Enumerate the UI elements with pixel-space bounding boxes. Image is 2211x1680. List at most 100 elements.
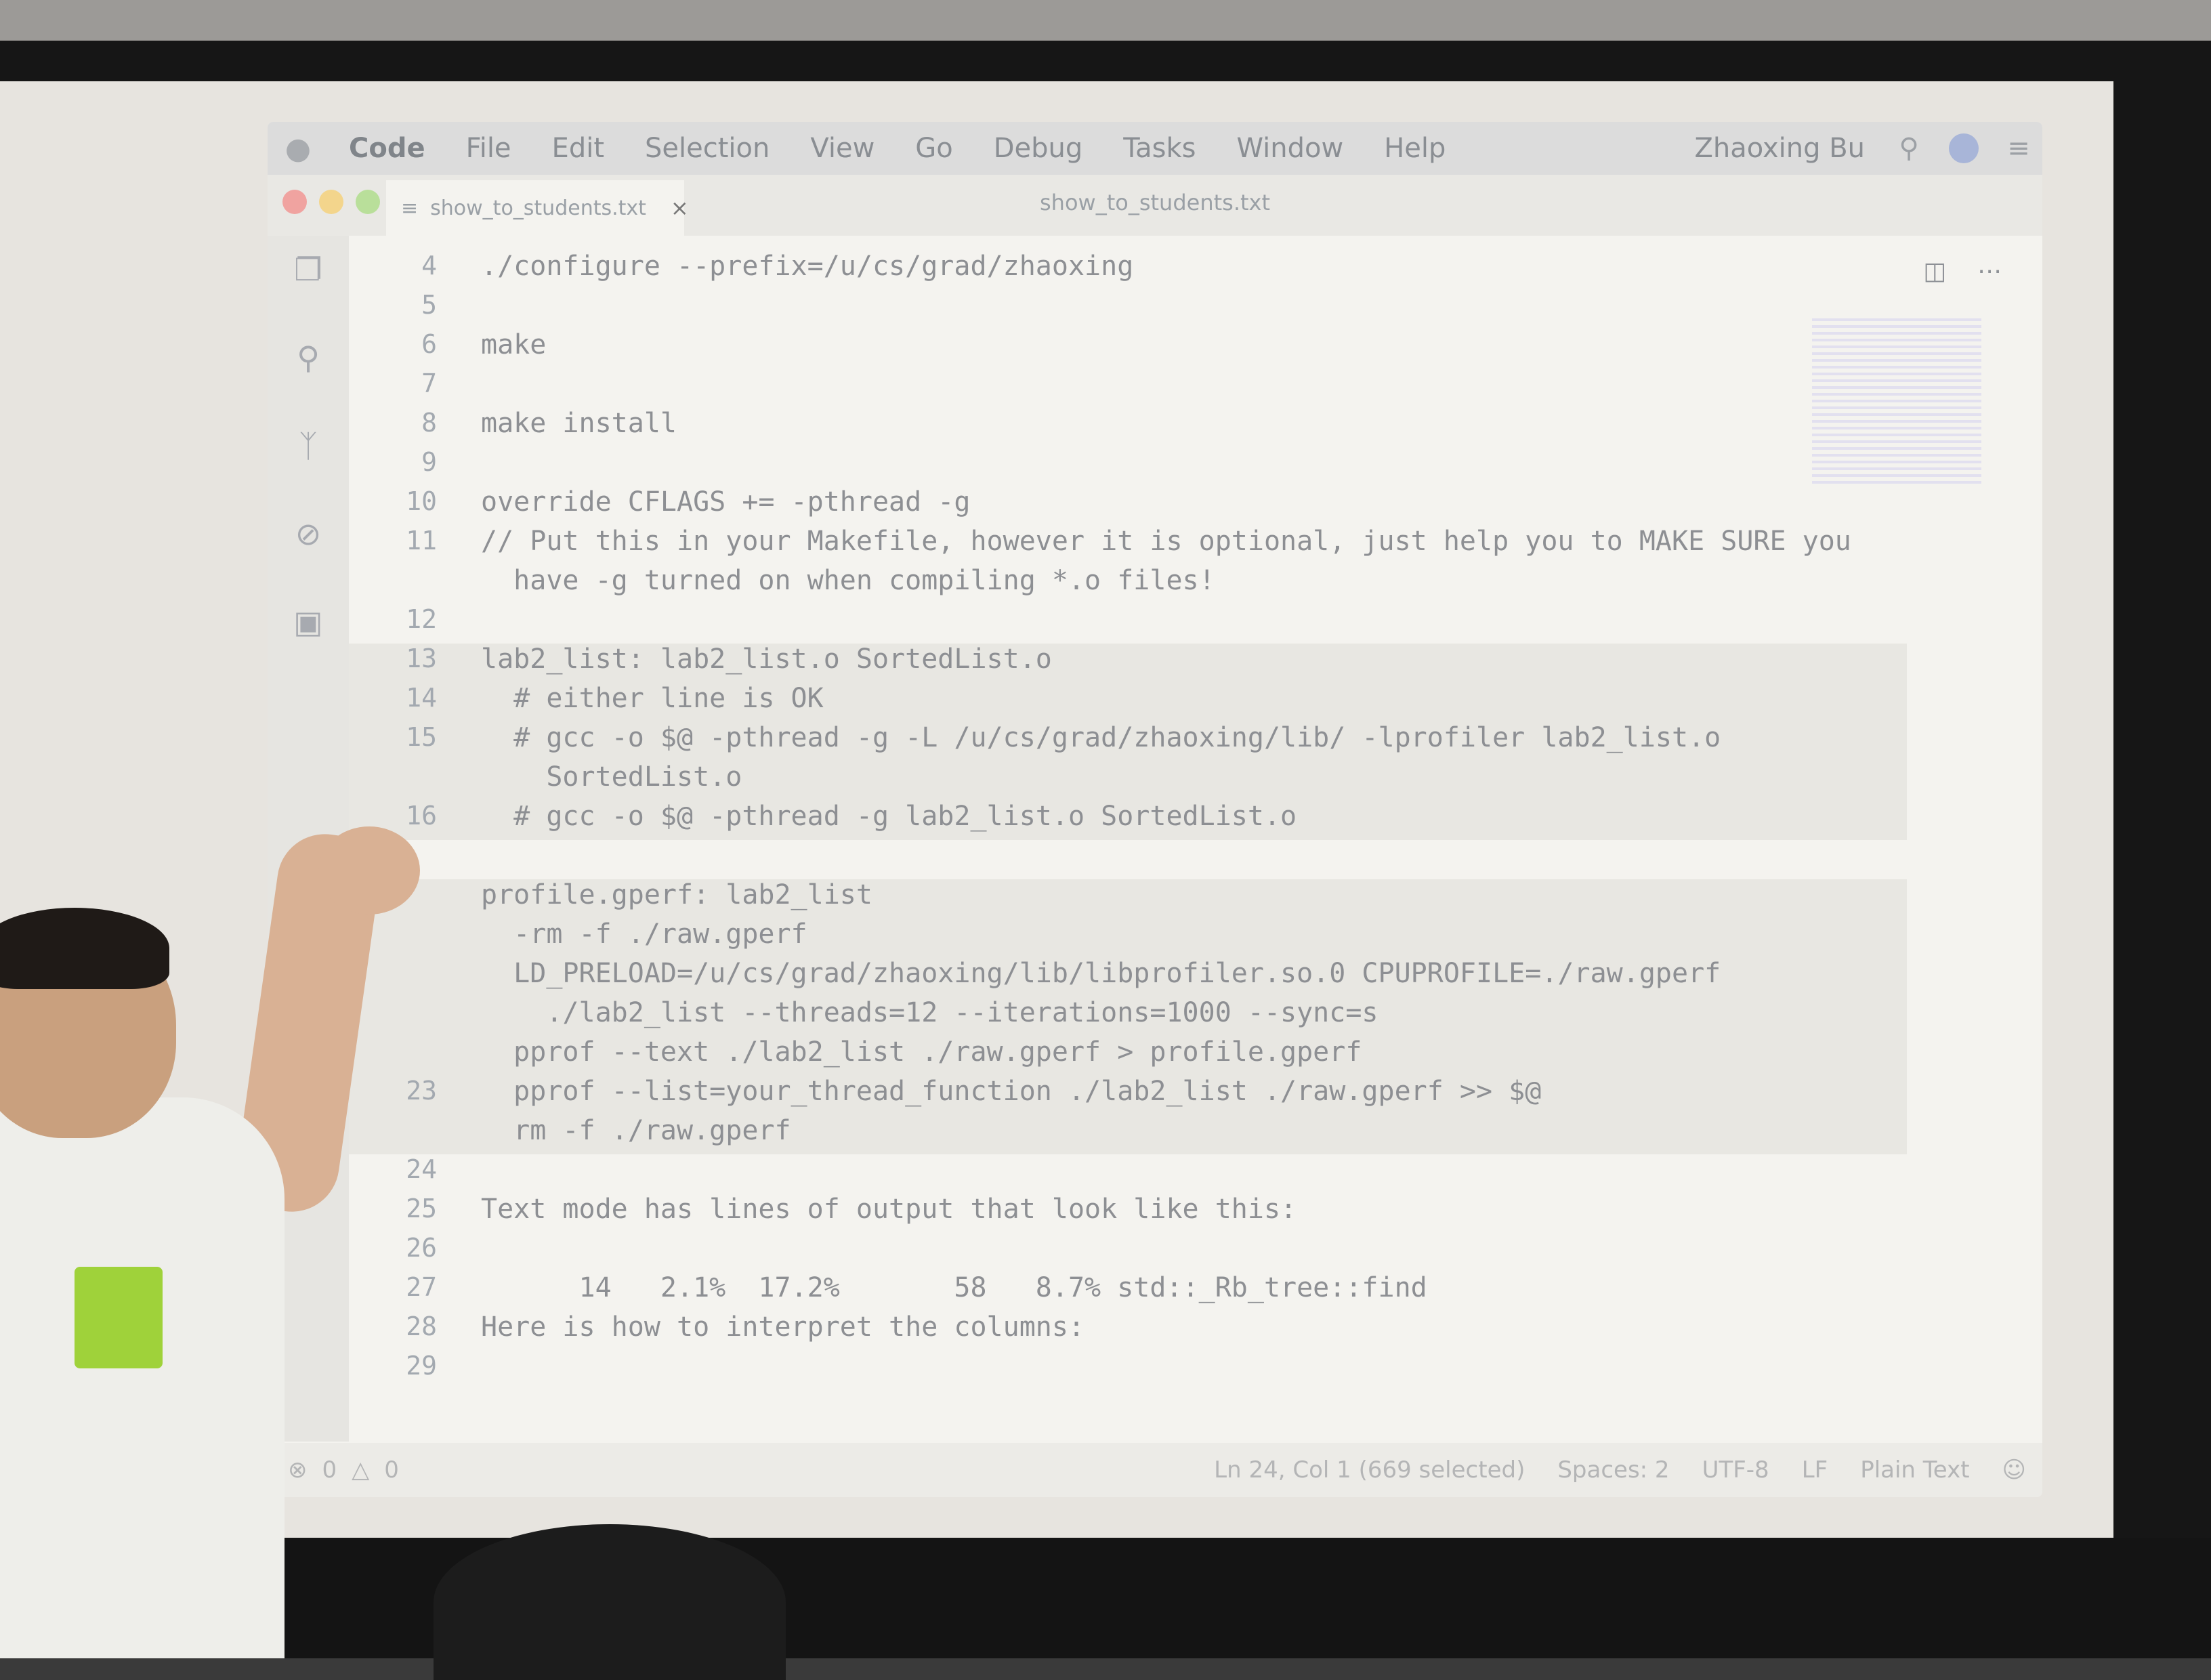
code-line: 5 [349, 290, 1907, 329]
menubar-user[interactable]: Zhaoxing Bu [1674, 133, 1885, 164]
line-text: make [481, 329, 547, 360]
extensions-icon[interactable]: ▣ [288, 602, 329, 642]
line-text: have -g turned on when compiling *.o fil… [481, 565, 1215, 596]
notification-center-icon[interactable]: ≡ [1995, 133, 2042, 164]
search-icon[interactable]: ⚲ [288, 337, 329, 378]
line-text: -rm -f ./raw.gperf [481, 919, 807, 950]
editor-actions: ◫ ⋯ [1923, 257, 2002, 285]
language-mode[interactable]: Plain Text [1844, 1456, 1985, 1484]
problems-indicator[interactable]: ⊗ 0 △ 0 [268, 1456, 399, 1484]
line-text: override CFLAGS += -pthread -g [481, 486, 971, 518]
line-text: ./configure --prefix=/u/cs/grad/zhaoxing [481, 251, 1134, 282]
vscode-window: ● Code File Edit Selection View Go Debug… [268, 122, 2042, 1497]
line-text: ./lab2_list --threads=12 --iterations=10… [481, 997, 1378, 1028]
code-line: ./lab2_list --threads=12 --iterations=10… [349, 997, 1907, 1036]
code-line: 29 [349, 1351, 1907, 1390]
indentation[interactable]: Spaces: 2 [1541, 1456, 1685, 1484]
code-line: 26 [349, 1233, 1907, 1272]
warning-icon: △ [352, 1456, 370, 1484]
line-text: make install [481, 408, 677, 439]
end-of-line[interactable]: LF [1786, 1456, 1845, 1484]
code-line: 14 # either line is OK [349, 683, 1907, 722]
line-number: 12 [406, 604, 437, 634]
code-line: 27 14 2.1% 17.2% 58 8.7% std::_Rb_tree::… [349, 1272, 1907, 1311]
presenter-shirt [0, 1097, 285, 1658]
explorer-icon[interactable]: ❐ [288, 249, 329, 290]
line-text: SortedList.o [481, 761, 742, 793]
code-line: 28 Here is how to interpret the columns: [349, 1311, 1907, 1351]
menu-go[interactable]: Go [895, 133, 973, 164]
menu-view[interactable]: View [790, 133, 895, 164]
code-line: rm -f ./raw.gperf [349, 1115, 1907, 1154]
code-line: 9 [349, 447, 1907, 486]
line-text: pprof --list=your_thread_function ./lab2… [481, 1076, 1542, 1107]
code-line: 10 override CFLAGS += -pthread -g [349, 486, 1907, 526]
more-actions-icon[interactable]: ⋯ [1977, 257, 2002, 285]
error-count: 0 [322, 1456, 337, 1484]
code-line: 24 [349, 1154, 1907, 1194]
line-number: 24 [406, 1154, 437, 1184]
shirt-pocket [75, 1267, 163, 1368]
line-number: 23 [406, 1076, 437, 1106]
line-number: 13 [406, 644, 437, 673]
code-line: 7 [349, 369, 1907, 408]
feedback-icon[interactable]: ☺ [1986, 1456, 2042, 1484]
menu-tasks[interactable]: Tasks [1103, 133, 1216, 164]
editor[interactable]: 4 ./configure --prefix=/u/cs/grad/zhaoxin… [349, 251, 1927, 1443]
code-line: 6 make [349, 329, 1907, 369]
line-number: 4 [421, 251, 437, 280]
line-number: 8 [421, 408, 437, 438]
menu-debug[interactable]: Debug [973, 133, 1103, 164]
debug-icon[interactable]: ⊘ [288, 513, 329, 554]
search-icon[interactable]: ⚲ [1885, 133, 1933, 164]
code-line: 15 # gcc -o $@ -pthread -g -L /u/cs/grad… [349, 722, 1907, 761]
line-text: 14 2.1% 17.2% 58 8.7% std::_Rb_tree::fin… [481, 1272, 1427, 1303]
line-text: // Put this in your Makefile, however it… [481, 526, 1851, 557]
line-text: pprof --text ./lab2_list ./raw.gperf > p… [481, 1036, 1362, 1068]
line-number: 7 [421, 369, 437, 398]
line-number: 5 [421, 290, 437, 320]
menu-window[interactable]: Window [1216, 133, 1364, 164]
line-number: 9 [421, 447, 437, 477]
code-line: 12 [349, 604, 1907, 644]
line-text: Text mode has lines of output that look … [481, 1194, 1297, 1225]
line-number: 10 [406, 486, 437, 516]
line-number: 28 [406, 1311, 437, 1341]
line-text: rm -f ./raw.gperf [481, 1115, 791, 1146]
error-icon: ⊗ [288, 1456, 308, 1484]
code-line: 16 # gcc -o $@ -pthread -g lab2_list.o S… [349, 801, 1907, 840]
menu-file[interactable]: File [446, 133, 532, 164]
menu-help[interactable]: Help [1364, 133, 1466, 164]
source-control-icon[interactable]: ᛉ [288, 425, 329, 466]
warning-count: 0 [384, 1456, 399, 1484]
line-text: # gcc -o $@ -pthread -g -L /u/cs/grad/zh… [481, 722, 1721, 753]
code-line: profile.gperf: lab2_list [349, 879, 1907, 919]
code-line: 8 make install [349, 408, 1907, 447]
audience-head [434, 1524, 786, 1680]
line-number: 26 [406, 1233, 437, 1263]
line-text: lab2_list: lab2_list.o SortedList.o [481, 644, 1052, 675]
code-line: 4 ./configure --prefix=/u/cs/grad/zhaoxin… [349, 251, 1907, 290]
screen-bottom [0, 1538, 2211, 1658]
menu-app-name[interactable]: Code [329, 133, 446, 164]
status-bar: ⊗ 0 △ 0 Ln 24, Col 1 (669 selected) Spac… [268, 1443, 2042, 1497]
window-title: show_to_students.txt [1039, 190, 1271, 215]
encoding[interactable]: UTF-8 [1686, 1456, 1786, 1484]
line-number: 15 [406, 722, 437, 752]
line-text: profile.gperf: lab2_list [481, 879, 872, 910]
line-text: # either line is OK [481, 683, 824, 714]
code-line: 25 Text mode has lines of output that loo… [349, 1194, 1907, 1233]
code-line: 13 lab2_list: lab2_list.o SortedList.o [349, 644, 1907, 683]
line-number: 11 [406, 526, 437, 555]
presenter-fist [318, 826, 420, 915]
siri-icon[interactable] [1949, 133, 1979, 163]
apple-icon[interactable]: ● [268, 131, 329, 166]
line-text: LD_PRELOAD=/u/cs/grad/zhaoxing/lib/libpr… [481, 958, 1721, 989]
code-line: SortedList.o [349, 761, 1907, 801]
menu-edit[interactable]: Edit [532, 133, 625, 164]
line-number: 27 [406, 1272, 437, 1302]
cursor-position[interactable]: Ln 24, Col 1 (669 selected) [1198, 1456, 1541, 1484]
line-number: 25 [406, 1194, 437, 1223]
menu-selection[interactable]: Selection [625, 133, 790, 164]
